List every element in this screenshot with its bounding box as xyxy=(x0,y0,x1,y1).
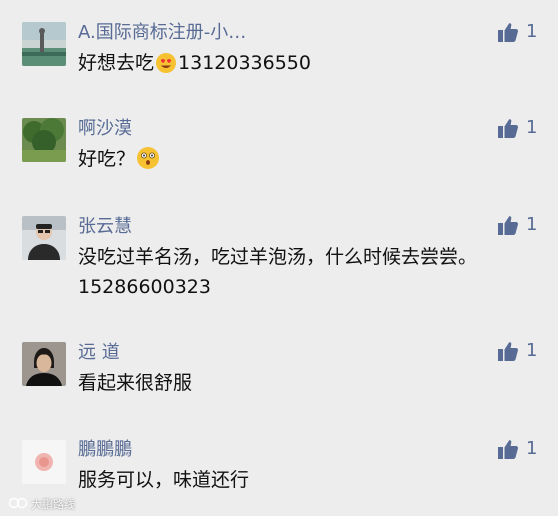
like-button[interactable]: 1 xyxy=(497,21,537,43)
avatar[interactable] xyxy=(22,22,66,66)
watermark: 大鹏路线 xyxy=(8,496,75,512)
thumbs-up-icon xyxy=(497,214,519,236)
watermark-logo-icon xyxy=(8,497,28,512)
thumbs-up-icon xyxy=(497,340,519,362)
comment-text: 好吃？ xyxy=(78,144,161,179)
like-count: 1 xyxy=(526,21,538,42)
commenter-name[interactable]: 鵬鵬鵬 xyxy=(78,439,132,461)
comment-text-part: 13120336550 xyxy=(178,52,311,74)
comment-text-part: 好想去吃 xyxy=(78,52,155,74)
thumbs-up-icon xyxy=(497,438,519,460)
like-count: 1 xyxy=(526,214,538,235)
avatar[interactable] xyxy=(22,440,66,484)
like-count: 1 xyxy=(526,117,538,138)
comment-text: 好想去吃 13120336550 xyxy=(78,48,311,83)
comment-text: 没吃过羊名汤，吃过羊泡汤，什么时候去尝尝。 xyxy=(78,246,478,268)
like-button[interactable]: 1 xyxy=(497,214,537,236)
heart-eyes-emoji xyxy=(155,52,177,83)
like-count: 1 xyxy=(526,438,538,459)
comment-text: 看起来很舒服 xyxy=(78,372,193,394)
thumbs-up-icon xyxy=(497,117,519,139)
surprised-emoji xyxy=(136,146,160,179)
commenter-name[interactable]: 远 道 xyxy=(78,342,120,364)
like-button[interactable]: 1 xyxy=(497,438,537,460)
like-count: 1 xyxy=(526,340,538,361)
avatar[interactable] xyxy=(22,118,66,162)
comment-text-phone: 15286600323 xyxy=(78,276,211,298)
thumbs-up-icon xyxy=(497,21,519,43)
like-button[interactable]: 1 xyxy=(497,340,537,362)
like-button[interactable]: 1 xyxy=(497,117,537,139)
avatar[interactable] xyxy=(22,216,66,260)
commenter-name[interactable]: 啊沙漠 xyxy=(78,118,132,140)
commenter-name[interactable]: 张云慧 xyxy=(78,216,132,238)
avatar[interactable] xyxy=(22,342,66,386)
comment-text-part: 好吃？ xyxy=(78,148,136,170)
watermark-text: 大鹏路线 xyxy=(31,498,75,511)
commenter-name[interactable]: A.国际商标注册-小… xyxy=(78,22,246,44)
comment-text: 服务可以，味道还行 xyxy=(78,469,250,491)
